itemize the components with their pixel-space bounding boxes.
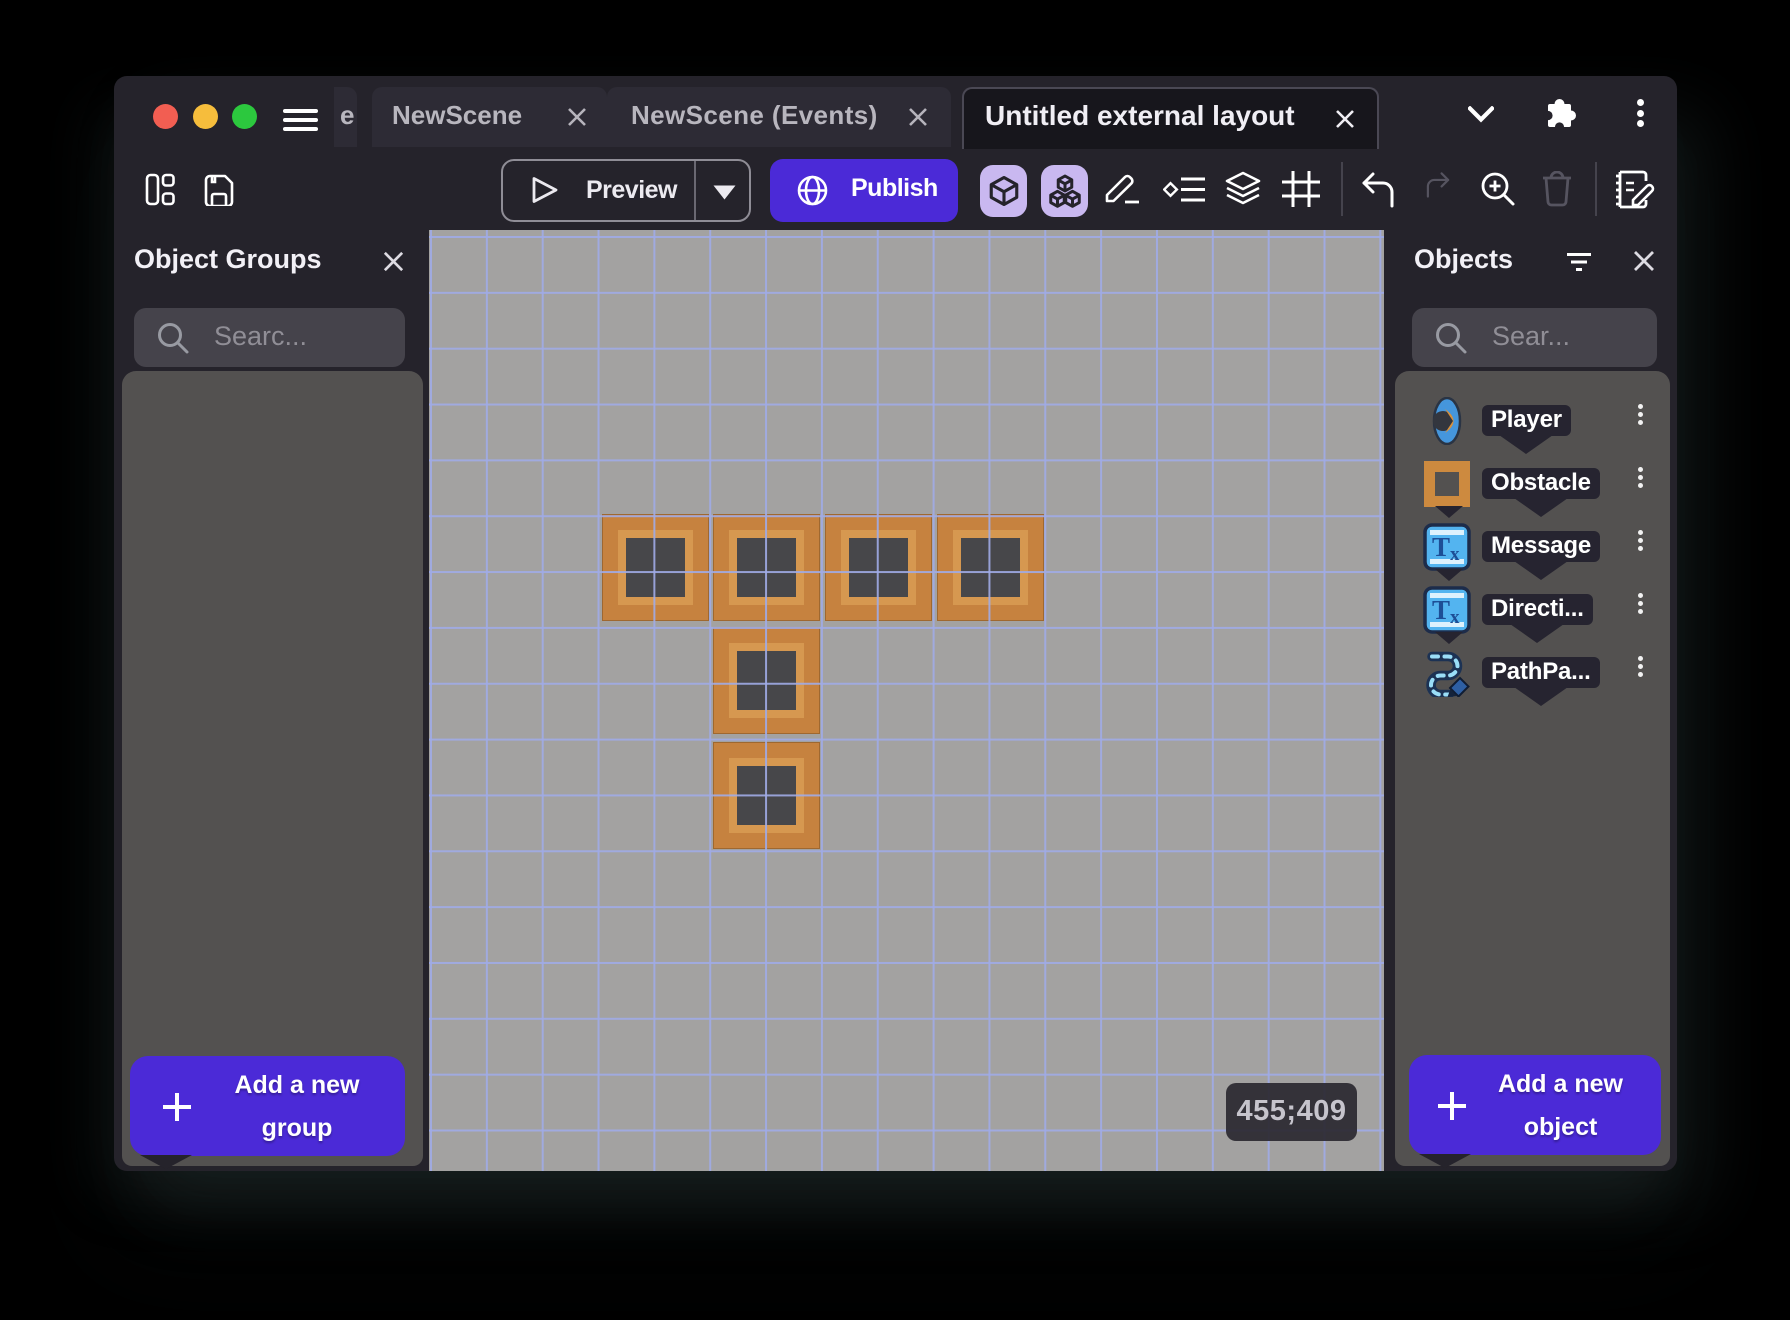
svg-text:x: x: [1450, 544, 1460, 565]
svg-text:x: x: [1450, 607, 1460, 628]
svg-text:T: T: [1432, 595, 1450, 625]
svg-text:T: T: [1432, 532, 1450, 562]
